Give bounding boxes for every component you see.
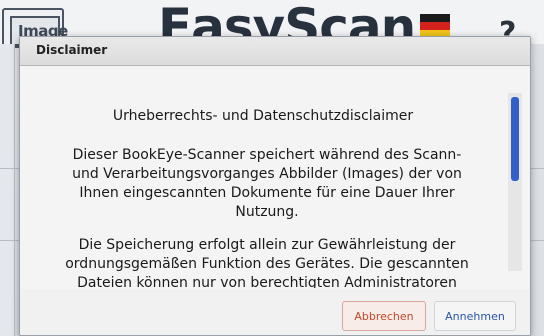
disclaimer-dialog: Disclaimer Urheberrechts- und Datenschut… (19, 36, 531, 336)
dialog-title: Disclaimer (36, 43, 108, 57)
dialog-button-bar: Abbrechen Annehmen (20, 289, 530, 335)
paragraph-line: Dateien können nur von berechtigten Admi… (77, 275, 457, 288)
language-flag-icon[interactable] (420, 14, 450, 38)
background-left-panel (0, 44, 15, 336)
paragraph-line: Nutzung. (235, 204, 299, 220)
paragraph-line: Ihnen eingescannten Dokumente für eine D… (79, 185, 455, 201)
cancel-button[interactable]: Abbrechen (342, 301, 426, 331)
flag-stripe-2 (420, 22, 450, 30)
dialog-titlebar: Disclaimer (20, 37, 530, 66)
paragraph-line: Dieser BookEye-Scanner speichert während… (72, 147, 462, 163)
paragraph-line: und Verarbeitungsvorganges Abbilder (Ima… (72, 166, 462, 182)
disclaimer-paragraph-2: Die Speicherung erfolgt allein zur Gewäh… (34, 236, 500, 288)
disclaimer-heading: Urheberrechts- und Datenschutzdisclaimer (112, 108, 414, 124)
paragraph-line: Die Speicherung erfolgt allein zur Gewäh… (78, 237, 456, 253)
paragraph-line: ordnungsgemäßen Funktion des Gerätes. Di… (65, 256, 469, 272)
disclaimer-paragraph-1: Dieser BookEye-Scanner speichert während… (34, 146, 500, 222)
scrollbar-thumb[interactable] (511, 97, 519, 181)
flag-stripe-1 (420, 14, 450, 22)
dialog-scroll-content[interactable]: Urheberrechts- und Datenschutzdisclaimer… (20, 66, 506, 288)
accept-button[interactable]: Annehmen (434, 301, 516, 331)
background-right-panel (532, 44, 544, 336)
